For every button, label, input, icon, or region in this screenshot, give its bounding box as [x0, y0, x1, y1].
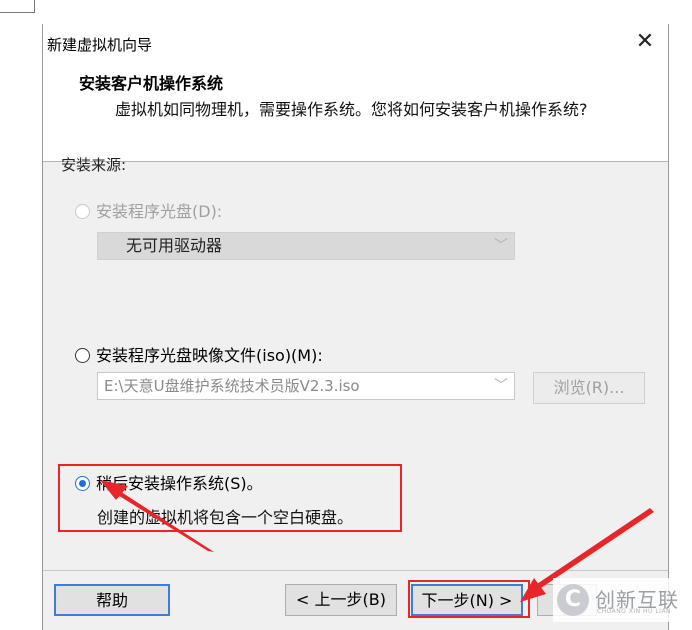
- radio-option-later[interactable]: 稍后安装操作系统(S)。: [75, 470, 263, 494]
- radio-option-iso-label: 安装程序光盘映像文件(iso)(M):: [96, 346, 323, 365]
- title-bar: 新建虚拟机向导 ✕: [43, 24, 668, 62]
- install-source-label: 安装来源:: [61, 156, 127, 174]
- back-button[interactable]: < 上一步(B): [285, 584, 397, 616]
- radio-button-icon[interactable]: [75, 204, 90, 219]
- page-corner-mark: [0, 0, 35, 13]
- chevron-down-icon: ﹀: [494, 378, 508, 394]
- window-title: 新建虚拟机向导: [47, 36, 153, 54]
- chevron-down-icon: ﹀: [494, 238, 508, 254]
- new-vm-wizard-dialog: 新建虚拟机向导 ✕ 安装客户机操作系统 虚拟机如同物理机，需要操作系统。您将如何…: [42, 24, 669, 630]
- drive-select: 无可用驱动器 ﹀: [97, 232, 515, 260]
- radio-option-later-label: 稍后安装操作系统(S)。: [96, 474, 263, 493]
- wizard-header: 安装客户机操作系统 虚拟机如同物理机，需要操作系统。您将如何安装客户机操作系统?: [43, 62, 668, 162]
- watermark-logo-icon: C: [557, 584, 589, 616]
- watermark-subtext: CHUANG XIN HU LIAN: [597, 608, 672, 615]
- header-subtitle: 虚拟机如同物理机，需要操作系统。您将如何安装客户机操作系统?: [115, 100, 588, 119]
- drive-select-value: 无可用驱动器: [126, 236, 223, 255]
- radio-button-selected-icon[interactable]: [75, 476, 90, 491]
- footer-divider: [43, 570, 668, 571]
- header-title: 安装客户机操作系统: [79, 74, 224, 93]
- radio-option-disc-label: 安装程序光盘(D):: [96, 202, 223, 221]
- install-later-description: 创建的虚拟机将包含一个空白硬盘。: [97, 508, 354, 527]
- next-button[interactable]: 下一步(N) >: [411, 584, 523, 616]
- browse-button: 浏览(R)...: [533, 372, 645, 404]
- radio-button-icon[interactable]: [75, 348, 90, 363]
- watermark: C 创新互联 CHUANG XIN HU LIAN: [553, 578, 689, 622]
- radio-option-disc[interactable]: 安装程序光盘(D):: [75, 198, 222, 222]
- radio-option-iso[interactable]: 安装程序光盘映像文件(iso)(M):: [75, 342, 323, 366]
- help-button[interactable]: 帮助: [54, 584, 170, 616]
- close-icon[interactable]: ✕: [622, 24, 668, 62]
- iso-path-value: E:\天意U盘维护系统技术员版V2.3.iso: [104, 377, 360, 395]
- iso-path-input: E:\天意U盘维护系统技术员版V2.3.iso ﹀: [97, 372, 515, 400]
